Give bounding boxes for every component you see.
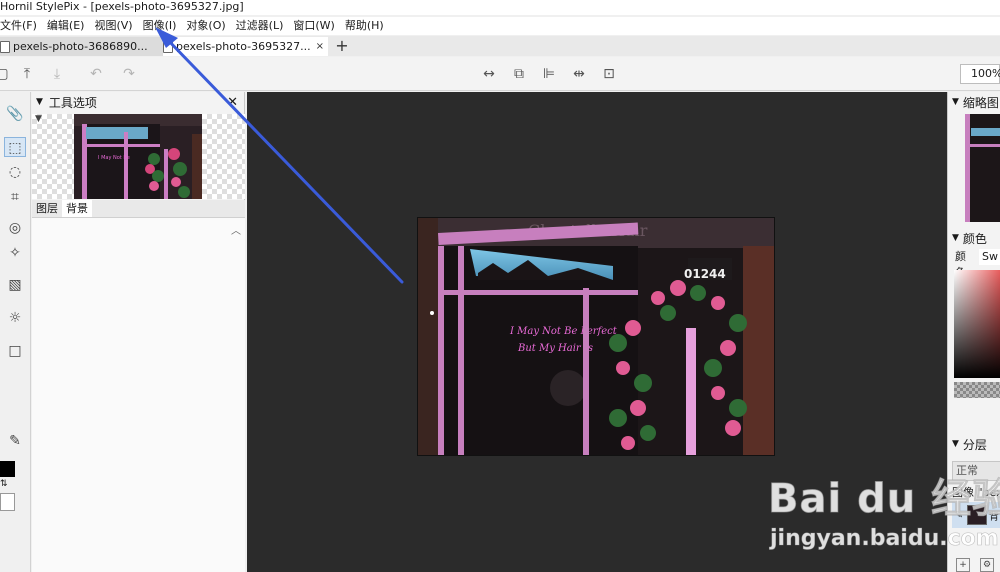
image-thumbnail: I May Not Be <box>74 114 202 199</box>
tool-options-body: ︿ <box>32 218 245 572</box>
navigator-header: ▼ 缩略图 <box>948 92 1000 112</box>
transparency-preview: ▼ I May Not Be <box>32 114 245 199</box>
chevron-down-icon[interactable]: ▼ <box>952 439 959 449</box>
undo-icon[interactable]: ↶ <box>86 65 106 83</box>
paperclip-icon[interactable]: 📎 <box>4 104 26 124</box>
menu-help[interactable]: 帮助(H) <box>345 17 384 35</box>
menu-filter[interactable]: 过滤器(L) <box>236 17 284 35</box>
menu-edit[interactable]: 编辑(E) <box>47 17 85 35</box>
document-tab-label: pexels-photo-3695327... <box>176 40 311 53</box>
rectangle-select-icon[interactable]: ⬚ <box>4 137 26 157</box>
brush-icon[interactable]: ✎ <box>953 510 965 521</box>
document-icon <box>163 40 173 53</box>
layer-item-label: 背 <box>989 511 999 523</box>
new-tab-plus-icon[interactable]: + <box>334 37 350 56</box>
storefront-phone-number: 01244 <box>684 267 726 281</box>
document-tab-2[interactable]: pexels-photo-3695327... × <box>163 37 328 56</box>
close-icon[interactable]: × <box>316 41 324 52</box>
alpha-slider[interactable] <box>954 382 1000 398</box>
tool-options-title: 工具选项 <box>48 95 97 110</box>
brightness-icon[interactable]: ☼ <box>4 308 26 328</box>
background-color-swatch[interactable] <box>0 493 15 511</box>
open-icon[interactable]: ▢ <box>0 65 12 83</box>
align-left-icon[interactable]: ⊫ <box>539 65 559 83</box>
chevron-down-icon[interactable]: ▼ <box>36 97 43 107</box>
tab-background[interactable]: 背景 <box>62 200 92 217</box>
document-tab-1[interactable]: pexels-photo-3686890... <box>0 37 163 56</box>
menu-window[interactable]: 窗口(W) <box>293 17 334 35</box>
menu-view[interactable]: 视图(V) <box>94 17 132 35</box>
navigator-title: 缩略图 <box>962 95 999 110</box>
document-tab-label: pexels-photo-3686890... <box>13 40 148 53</box>
layers-panel-header: ▼ 分层 <box>948 434 1000 454</box>
window-title: Hornil StylePix - [pexels-photo-3695327.… <box>0 0 1000 15</box>
gradient-icon[interactable]: ▧ <box>4 275 26 295</box>
color-panel-header: ▼ 颜色 <box>948 228 1000 248</box>
menu-bar: 文件(F) 编辑(E) 视图(V) 图像(I) 对象(O) 过滤器(L) 窗口(… <box>0 17 1000 35</box>
eyedropper-icon[interactable]: ✎ <box>4 431 26 451</box>
color-picker-field[interactable] <box>954 270 1000 378</box>
new-layer-icon[interactable]: + <box>956 558 970 572</box>
tab-swatches[interactable]: Sw <box>979 249 1000 265</box>
chevron-up-icon[interactable]: ︿ <box>231 222 241 237</box>
magic-wand-icon[interactable]: ✧ <box>4 243 26 263</box>
crop-icon[interactable]: ⌗ <box>4 187 26 207</box>
layer-thumbnail <box>967 505 987 525</box>
flip-horizontal-icon[interactable]: ↔ <box>479 65 499 83</box>
color-panel-tabs: 颜色 Sw <box>952 249 1000 279</box>
canvas-workspace[interactable]: Chantelle Hair I May Not Be Perfect But … <box>247 92 947 572</box>
tool-options-panel: ▼ 工具选项 ✕ ▼ I May Not Be 图层 背景 ︿ <box>32 92 245 572</box>
chevron-down-icon[interactable]: ▼ <box>35 114 42 124</box>
swap-colors-icon[interactable]: ⇅ <box>0 479 8 489</box>
distribute-icon[interactable]: ⇹ <box>569 65 589 83</box>
neon-text-line-1: I May Not Be Perfect <box>509 326 618 337</box>
close-icon[interactable]: ✕ <box>227 95 238 110</box>
zoom-level-field[interactable]: 100% <box>960 64 1000 84</box>
blend-mode-select[interactable]: 正常 <box>952 461 1000 481</box>
layers-panel-title: 分层 <box>962 437 987 452</box>
menu-file[interactable]: 文件(F) <box>0 17 37 35</box>
tool-palette: 📎 ⬚ ◌ ⌗ ◎ ✧ ▧ ☼ □ ✎ ⇅ <box>0 92 31 572</box>
tool-options-header: ▼ 工具选项 ✕ <box>32 92 244 112</box>
document-icon <box>0 40 10 53</box>
menu-image[interactable]: 图像(I) <box>143 17 177 35</box>
document-tab-bar: pexels-photo-3686890... pexels-photo-369… <box>0 36 1000 56</box>
svg-text:I May Not Be: I May Not Be <box>98 155 130 161</box>
foreground-color-swatch[interactable] <box>0 461 15 477</box>
document-image[interactable]: Chantelle Hair I May Not Be Perfect But … <box>417 217 775 456</box>
shape-icon[interactable]: ◎ <box>4 218 26 238</box>
color-panel-title: 颜色 <box>962 231 987 246</box>
layer-name-label: 图像 "pex <box>952 486 1000 499</box>
chevron-down-icon[interactable]: ▼ <box>952 97 959 107</box>
canvas-size-icon[interactable]: ⊡ <box>599 65 619 83</box>
upload-icon[interactable]: ⤒ <box>17 65 37 83</box>
tool-options-tabs: 图层 背景 <box>32 200 245 218</box>
main-toolbar: ▢ ⤒ ⤓ ↶ ↷ ↔ ⧉ ⊫ ⇹ ⊡ <box>0 57 1000 91</box>
layer-settings-icon[interactable]: ⚙ <box>980 558 994 572</box>
redo-icon[interactable]: ↷ <box>119 65 139 83</box>
neon-text-line-2: But My Hair Is <box>517 343 593 354</box>
tab-color[interactable]: 颜色 <box>952 249 979 279</box>
right-dock: ▼ 缩略图 ▼ 颜色 颜色 Sw ▼ 分层 正常 图像 "pex ✎ 背 + ⚙ <box>947 92 1000 572</box>
download-icon[interactable]: ⤓ <box>47 65 67 83</box>
rectangle-shape-icon[interactable]: □ <box>4 341 26 361</box>
layer-row[interactable]: ✎ 背 <box>952 502 1000 528</box>
chevron-down-icon[interactable]: ▼ <box>952 233 959 243</box>
lasso-icon[interactable]: ◌ <box>4 162 26 182</box>
arrange-icon[interactable]: ⧉ <box>509 65 529 83</box>
tab-layer[interactable]: 图层 <box>32 200 62 217</box>
navigator-thumbnail[interactable] <box>965 114 1000 222</box>
menu-object[interactable]: 对象(O) <box>186 17 225 35</box>
